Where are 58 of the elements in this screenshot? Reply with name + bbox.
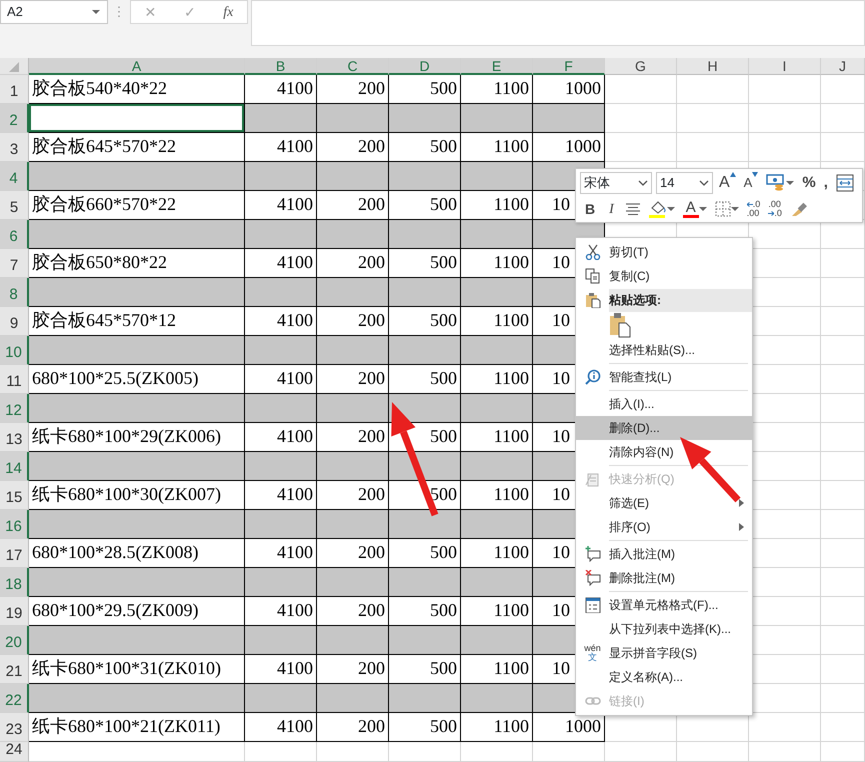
name-box[interactable]: A2 — [0, 0, 108, 24]
menu-item[interactable]: 插入(I)... — [576, 392, 752, 416]
row-header[interactable]: 14 — [0, 452, 29, 481]
row-header[interactable]: 20 — [0, 626, 29, 655]
table-cell: 500 — [389, 713, 461, 742]
row-header[interactable]: 21 — [0, 655, 29, 684]
row-header[interactable]: 24 — [0, 742, 29, 762]
row-header[interactable]: 11 — [0, 365, 29, 394]
row-header[interactable]: 23 — [0, 713, 29, 742]
row-header[interactable]: 10 — [0, 336, 29, 365]
column-header[interactable]: C — [317, 58, 389, 75]
row-header[interactable]: 9 — [0, 307, 29, 336]
row-header[interactable]: 4 — [0, 162, 29, 191]
bold-button[interactable]: B — [580, 198, 600, 220]
row-header[interactable]: 15 — [0, 481, 29, 510]
row-header[interactable]: 5 — [0, 191, 29, 220]
italic-button[interactable]: I — [604, 198, 619, 220]
percent-button[interactable]: % — [800, 172, 818, 194]
menu-item[interactable]: 删除(D)... — [576, 416, 752, 440]
column-header[interactable]: J — [821, 58, 865, 75]
column-header[interactable]: B — [245, 58, 317, 75]
menu-item[interactable]: 选择性粘贴(S)... — [576, 338, 752, 362]
insert-function-button[interactable]: fx — [223, 2, 234, 22]
font-color-button[interactable]: A — [680, 198, 709, 220]
row-header[interactable]: 12 — [0, 394, 29, 423]
column-header[interactable]: E — [461, 58, 533, 75]
increase-font-button[interactable]: A — [717, 172, 738, 194]
decrease-font-button[interactable]: A — [742, 172, 760, 194]
column-header[interactable]: H — [677, 58, 749, 75]
font-size-select[interactable]: 14 — [656, 172, 713, 194]
increase-decimal-button[interactable]: .0 .00 — [744, 198, 762, 220]
decrease-decimal-button[interactable]: .00 .0 — [766, 198, 784, 220]
column-header[interactable]: G — [605, 58, 677, 75]
table-cell: 4100 — [245, 713, 317, 742]
table-cell: 200 — [317, 713, 389, 742]
row-header[interactable]: 13 — [0, 423, 29, 452]
column-header[interactable]: F — [533, 58, 605, 75]
row-header[interactable]: 8 — [0, 278, 29, 307]
column-header[interactable]: A — [29, 58, 245, 75]
table-cell: 1100 — [461, 713, 533, 742]
row-header[interactable]: 2 — [0, 104, 29, 133]
row-header[interactable]: 18 — [0, 568, 29, 597]
row-header[interactable]: 6 — [0, 220, 29, 249]
row-header[interactable]: 1 — [0, 75, 29, 104]
row-header[interactable]: 3 — [0, 133, 29, 162]
row-header[interactable]: 7 — [0, 249, 29, 278]
row-header[interactable]: 22 — [0, 684, 29, 713]
menu-item[interactable]: 排序(O) — [576, 515, 752, 539]
row-header[interactable]: 16 — [0, 510, 29, 539]
section-heading: 粘贴选项: — [609, 288, 752, 312]
menu-item[interactable]: 删除批注(M) — [576, 566, 752, 590]
font-select[interactable]: 宋体 — [580, 172, 652, 194]
column-header[interactable]: D — [389, 58, 461, 75]
row-header[interactable]: 19 — [0, 597, 29, 626]
row-header[interactable]: 17 — [0, 539, 29, 568]
comma-button[interactable]: , — [822, 172, 830, 194]
table-cell: 纸卡680*100*21(ZK011) — [29, 713, 245, 742]
column-header[interactable]: I — [749, 58, 821, 75]
